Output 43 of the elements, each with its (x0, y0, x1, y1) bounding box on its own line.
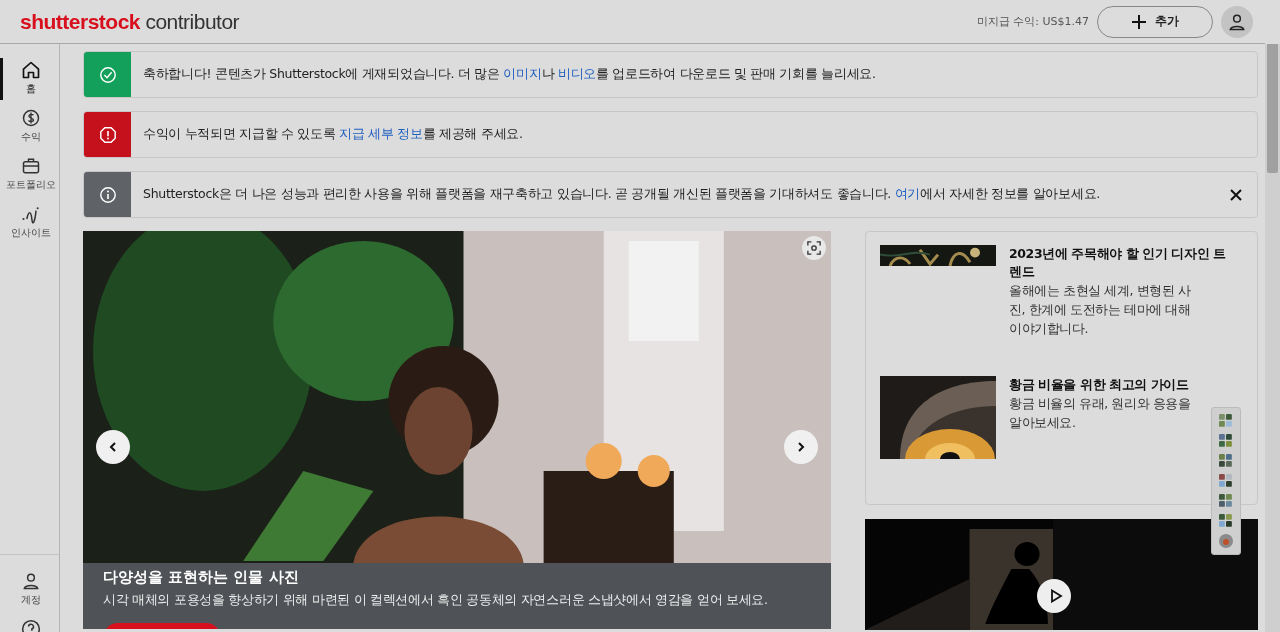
chevron-left-icon (108, 442, 118, 452)
alert-message: 축하합니다! 콘텐츠가 Shutterstock에 게재되었습니다. 더 많은 이미지 나 비디오를 업로드하여 다운로드 및 판매 기회를 늘리세요. (143, 66, 877, 83)
article-title[interactable]: 2023년에 주목해야 할 인기 디자인 트렌드 (1009, 245, 1231, 281)
thumbnail-icon[interactable] (1219, 514, 1233, 528)
info-icon (98, 185, 117, 204)
hero-description: 시각 매체의 포용성을 향상하기 위해 마련된 이 컬렉션에서 흑인 공동체의 자연스러운 스냅샷에서 영감을 얻어 보세요. (103, 592, 768, 609)
earnings-text: 미지급 수익: US$1.47 (976, 14, 1089, 29)
link[interactable]: 이미지 (503, 66, 542, 81)
nav-item[interactable]: 포트폴리오 (0, 154, 59, 196)
nav-item[interactable]: 인사이트 (0, 202, 59, 244)
scrollbar-thumb[interactable] (1267, 44, 1278, 173)
dollar-icon (21, 108, 41, 128)
plus-icon (1131, 13, 1147, 30)
hero-title: 다양성을 표현하는 인물 사진 (103, 567, 299, 587)
link[interactable]: 여기 (894, 186, 921, 201)
alert-message: Shutterstock은 더 나은 성능과 편리한 사용을 위해 플랫폼을 재구축하고 있습니다. 곧 공개될 개신된 플랫폼을 기대하셔도 좋습니다. 여기에서 자세한 정보를 알아보세요. (143, 186, 1101, 203)
link[interactable]: 비디오 (557, 66, 596, 81)
thumbnail-icon[interactable] (1219, 454, 1233, 468)
scan-icon (807, 241, 821, 255)
person-icon (21, 571, 41, 591)
article-description: 황금 비율의 유래, 원리와 응용을 알아보세요. (1009, 395, 1192, 432)
alert-icon (98, 125, 117, 144)
thumbnail-icon[interactable] (1219, 434, 1233, 448)
close-icon (1230, 188, 1242, 201)
nav-item[interactable]: 계정 (0, 569, 59, 611)
thumbnail-icon[interactable] (1219, 474, 1233, 488)
play-icon (1048, 589, 1063, 603)
check-circle-icon (98, 65, 117, 84)
alert-message: 수익이 누적되면 지급할 수 있도록 지급 세부 정보를 제공해 주세요. (143, 126, 524, 143)
article-description: 올해에는 초현실 세계, 변형된 사진, 한계에 도전하는 테마에 대해 이야기합니다. (1009, 282, 1192, 338)
home-icon (21, 60, 41, 80)
nav-item[interactable]: 홈 (0, 58, 59, 100)
briefcase-icon (21, 156, 41, 176)
chevron-right-icon (796, 442, 806, 452)
scrollbar[interactable] (1265, 44, 1280, 632)
link[interactable]: 지급 세부 정보 (339, 126, 423, 141)
logo[interactable]: shutterstock contributor (20, 9, 240, 34)
account-avatar[interactable] (1221, 5, 1253, 38)
thumbnail-icon[interactable] (1219, 494, 1233, 508)
thumbnail-icon[interactable] (1219, 414, 1233, 428)
nav-item[interactable]: 수익 (0, 106, 59, 148)
article-title[interactable]: 황금 비율을 위한 최고의 가이드 (1009, 376, 1231, 394)
trend-icon (21, 204, 41, 224)
